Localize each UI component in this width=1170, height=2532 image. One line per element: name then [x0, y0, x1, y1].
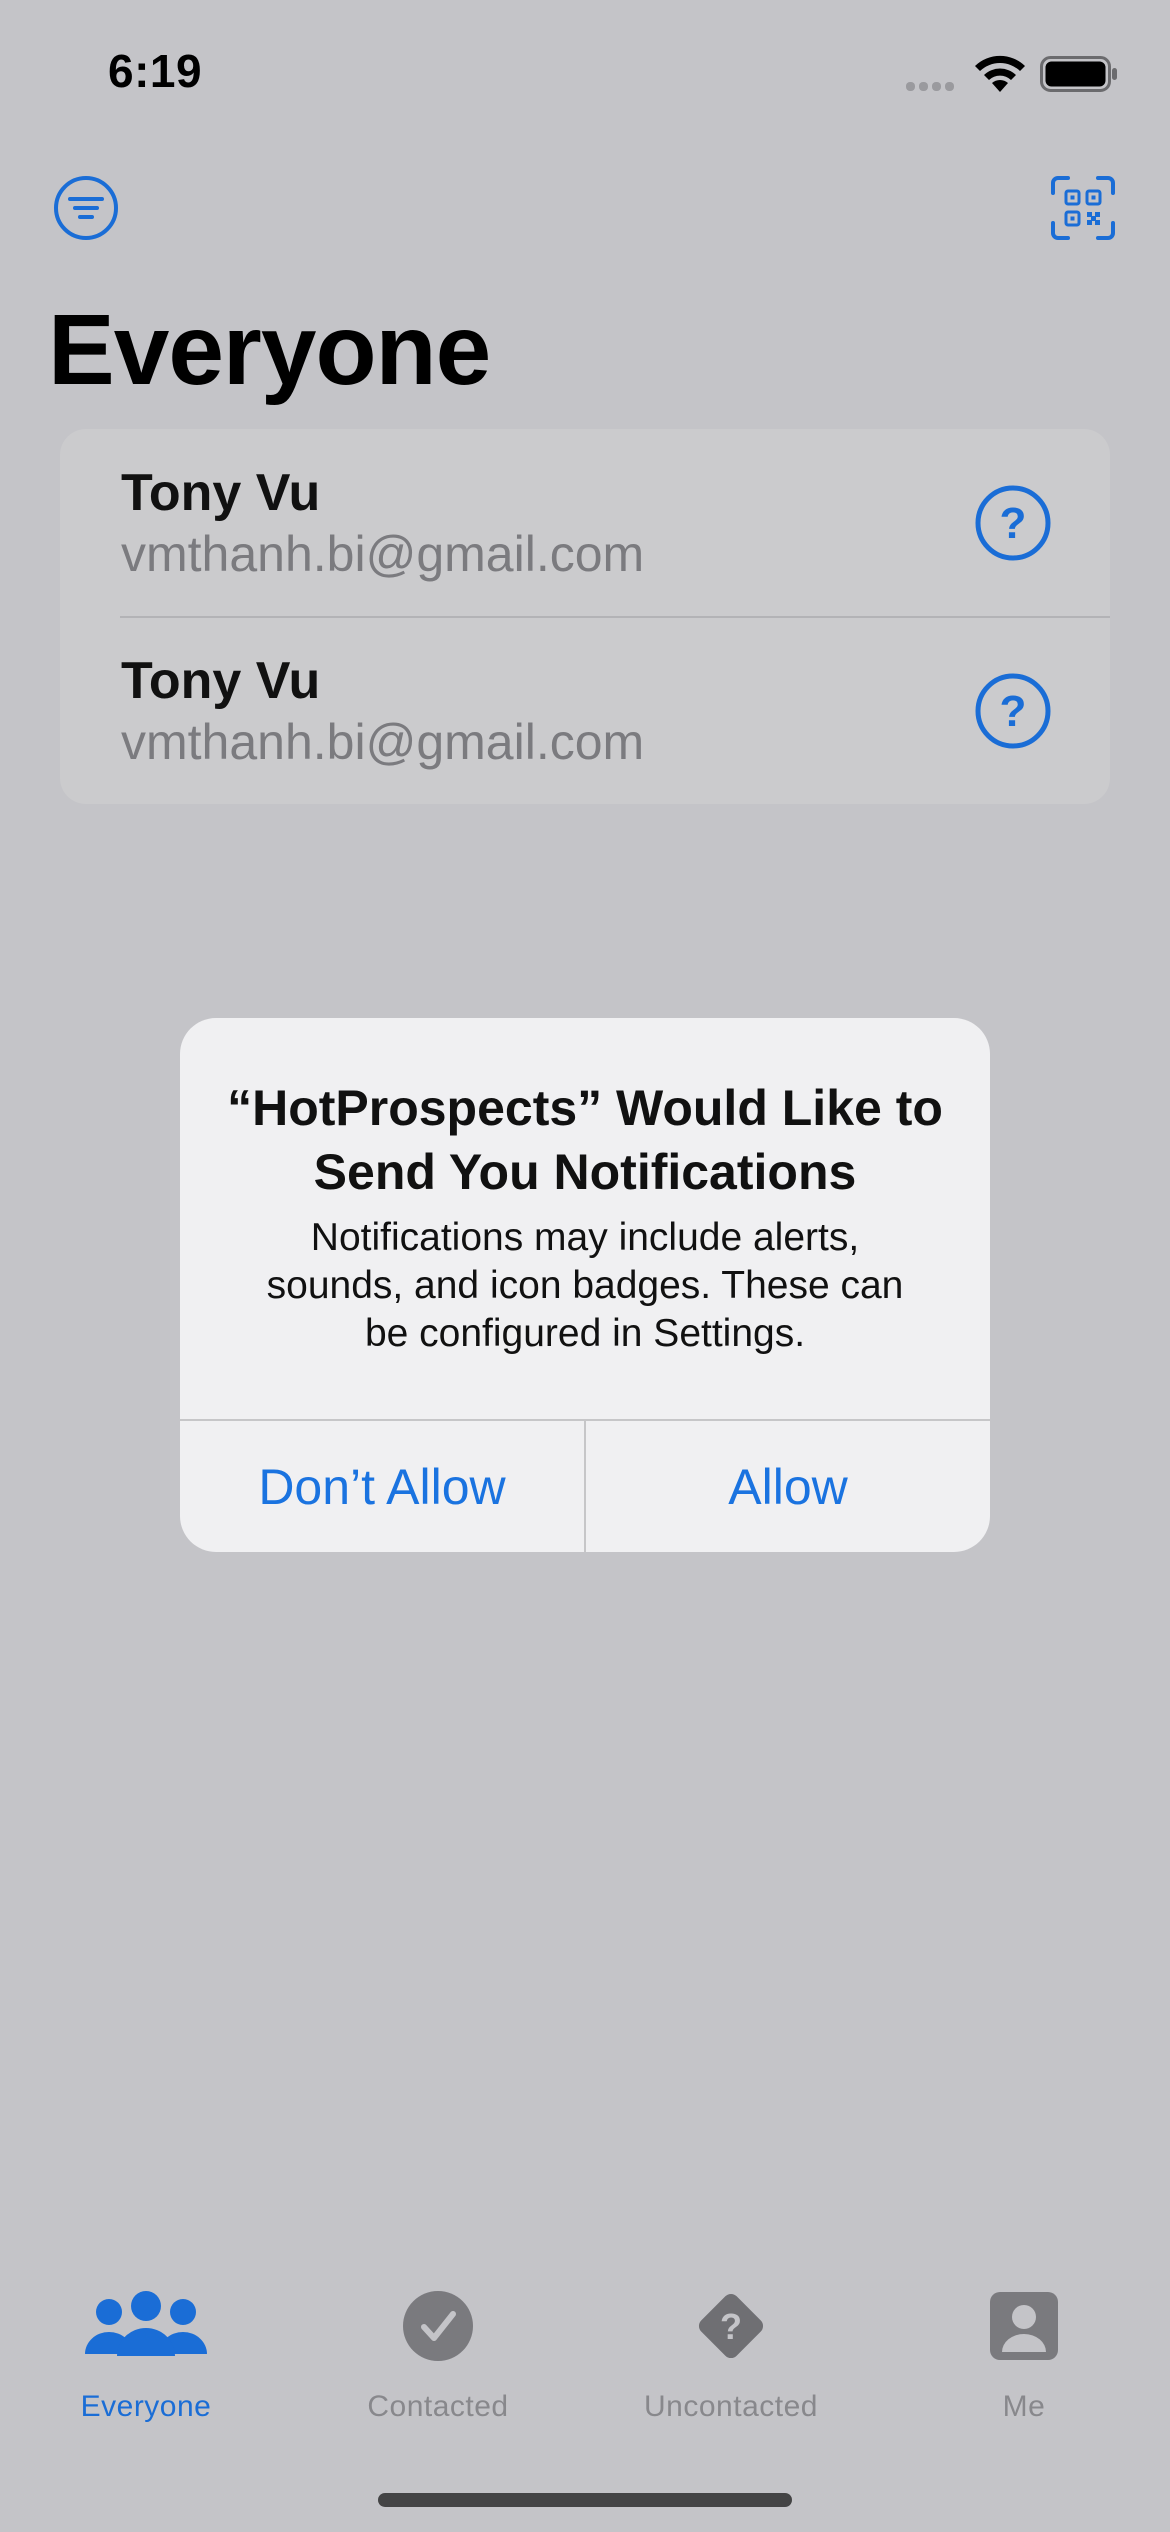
- notification-permission-alert: “HotProspects” Would Like to Send You No…: [180, 1018, 990, 1552]
- tab-contacted[interactable]: Contacted: [318, 2290, 558, 2423]
- checkmark-circle-icon: [403, 2291, 473, 2361]
- person-crop-square-icon: [990, 2292, 1058, 2360]
- page-title: Everyone: [48, 294, 491, 406]
- battery-icon: [1040, 56, 1117, 92]
- qrcode-scan-button[interactable]: [1050, 175, 1116, 241]
- tab-label: Me: [1002, 2390, 1046, 2423]
- prospect-email: vmthanh.bi@gmail.com: [121, 526, 645, 582]
- alert-message: Notifications may include alerts, sounds…: [266, 1216, 904, 1355]
- svg-text:?: ?: [1000, 687, 1027, 736]
- dont-allow-button[interactable]: Don’t Allow: [180, 1421, 584, 1552]
- questionmark-circle-icon: ?: [975, 485, 1051, 561]
- tab-label: Everyone: [80, 2390, 212, 2423]
- prospect-row[interactable]: Tony Vu vmthanh.bi@gmail.com ?: [60, 617, 1110, 804]
- cellular-signal-icon: [906, 82, 958, 92]
- prospect-name: Tony Vu: [121, 464, 321, 522]
- tab-uncontacted[interactable]: ? Uncontacted: [611, 2290, 851, 2423]
- tab-everyone[interactable]: Everyone: [26, 2290, 266, 2423]
- home-indicator[interactable]: [378, 2493, 792, 2507]
- allow-button[interactable]: Allow: [586, 1421, 990, 1552]
- person-3-icon: [85, 2291, 207, 2356]
- wifi-icon: [975, 55, 1025, 92]
- prospect-name: Tony Vu: [121, 652, 321, 710]
- tab-me[interactable]: Me: [904, 2290, 1144, 2423]
- tab-label: Uncontacted: [644, 2390, 818, 2423]
- questionmark-diamond-icon: ?: [698, 2293, 764, 2359]
- prospect-row[interactable]: Tony Vu vmthanh.bi@gmail.com ?: [60, 429, 1110, 618]
- svg-text:?: ?: [1000, 499, 1027, 548]
- svg-text:?: ?: [720, 2306, 742, 2347]
- prospect-list: Tony Vu vmthanh.bi@gmail.com ? Tony Vu v…: [60, 429, 1110, 804]
- filter-button[interactable]: [53, 175, 119, 241]
- prospect-email: vmthanh.bi@gmail.com: [121, 714, 645, 770]
- questionmark-circle-icon: ?: [975, 673, 1051, 749]
- status-time: 6:19: [108, 45, 203, 97]
- alert-title: “HotProspects” Would Like to Send You No…: [227, 1080, 943, 1200]
- tab-label: Contacted: [367, 2390, 509, 2423]
